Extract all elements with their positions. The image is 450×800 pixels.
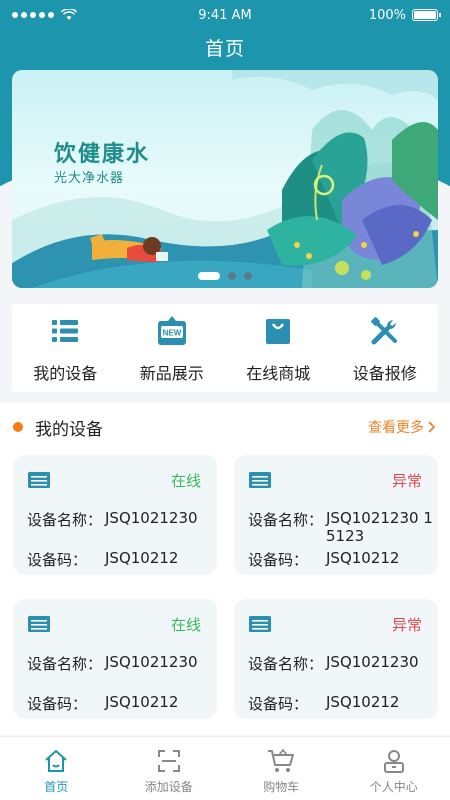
banner-carousel[interactable]: 饮健康水 光大净水器 [12, 70, 438, 288]
device-card[interactable]: 在线 设备名称： JSQ1021230 设备码： JSQ10212 [13, 455, 217, 575]
battery-percent: 100% [368, 7, 406, 23]
device-status-badge: 异常 [391, 616, 422, 634]
device-code-label: 设备码： [248, 551, 309, 569]
my-devices-section: 我的设备 查看更多 在线 设备名称： JSQ1021230 设备码： JSQ10… [0, 403, 450, 735]
device-icon [249, 472, 271, 488]
cart-icon [268, 749, 295, 772]
bottom-tab-bar: 首页 添加设备 购物车 个人中心 [0, 736, 450, 800]
device-code-value: JSQ10212 [105, 693, 179, 711]
device-name-value: JSQ1021230 15123 [326, 509, 433, 545]
tab-label: 个人中心 [369, 780, 418, 794]
device-code-row: 设备码： JSQ10212 [248, 693, 436, 714]
view-more-link[interactable]: 查看更多 [368, 417, 436, 437]
device-name-value: JSQ1021230 [105, 509, 198, 527]
device-name-label: 设备名称： [248, 511, 324, 529]
signal-icon [12, 9, 77, 21]
tab-label: 首页 [44, 780, 69, 794]
tab-home[interactable]: 首页 [0, 737, 113, 800]
device-name-row: 设备名称： JSQ1021230 [27, 509, 215, 530]
user-icon [383, 750, 404, 773]
device-code-label: 设备码： [248, 695, 309, 713]
device-status-badge: 在线 [170, 472, 201, 490]
device-code-row: 设备码： JSQ10212 [248, 549, 436, 570]
device-icon [249, 616, 271, 632]
tab-label: 添加设备 [144, 780, 193, 794]
device-name-row: 设备名称： JSQ1021230 [27, 653, 215, 674]
carousel-dot[interactable] [228, 272, 236, 280]
device-status-badge: 异常 [391, 472, 422, 490]
device-name-label: 设备名称： [27, 511, 103, 529]
device-name-value: JSQ1021230 [326, 653, 419, 671]
device-card[interactable]: 异常 设备名称： JSQ1021230 15123 设备码： JSQ10212 [234, 455, 438, 575]
quick-action-label: 设备报修 [352, 364, 417, 383]
quick-action-label: 我的设备 [33, 364, 98, 383]
quick-action-label: 新品展示 [139, 364, 204, 383]
device-code-label: 设备码： [27, 695, 88, 713]
section-dot-icon [13, 422, 23, 432]
quick-actions: 我的设备 NEW 新品展示 在线商城 设备报修 [12, 304, 438, 392]
quick-action-my-devices[interactable]: 我的设备 [12, 304, 119, 392]
device-code-row: 设备码： JSQ10212 [27, 549, 215, 570]
device-list-icon [48, 314, 82, 348]
repair-tools-icon [368, 314, 402, 348]
device-name-row: 设备名称： JSQ1021230 [248, 653, 436, 674]
view-more-label: 查看更多 [368, 420, 424, 436]
banner-subtitle: 光大净水器 [54, 171, 125, 186]
scan-icon [157, 750, 180, 772]
device-icon [28, 616, 50, 632]
section-title: 我的设备 [35, 419, 103, 440]
device-card[interactable]: 在线 设备名称： JSQ1021230 设备码： JSQ10212 [13, 599, 217, 719]
chevron-right-icon [428, 421, 436, 433]
device-name-label: 设备名称： [248, 655, 324, 673]
banner-title: 饮健康水 [54, 142, 151, 167]
device-code-label: 设备码： [27, 551, 88, 569]
home-icon [45, 750, 67, 772]
carousel-dot[interactable] [244, 272, 252, 280]
carousel-dot-active[interactable] [198, 272, 220, 280]
device-status-badge: 在线 [170, 616, 201, 634]
quick-action-label: 在线商城 [246, 364, 311, 383]
quick-action-new-products[interactable]: NEW 新品展示 [119, 304, 226, 392]
device-code-value: JSQ10212 [326, 549, 400, 567]
device-name-row: 设备名称： JSQ1021230 15123 [248, 509, 436, 545]
device-card[interactable]: 异常 设备名称： JSQ1021230 设备码： JSQ10212 [234, 599, 438, 719]
tab-label: 购物车 [263, 780, 300, 794]
wifi-icon [61, 9, 77, 20]
carousel-indicator [12, 272, 438, 280]
quick-action-online-store[interactable]: 在线商城 [225, 304, 332, 392]
tab-add-device[interactable]: 添加设备 [113, 737, 226, 800]
device-name-label: 设备名称： [27, 655, 103, 673]
new-badge-text: NEW [162, 329, 181, 338]
tab-cart[interactable]: 购物车 [225, 737, 338, 800]
new-badge-icon: NEW [155, 314, 189, 348]
device-name-value: JSQ1021230 [105, 653, 198, 671]
shopping-bag-icon [261, 314, 295, 348]
page-title: 首页 [204, 38, 245, 60]
device-code-row: 设备码： JSQ10212 [27, 693, 215, 714]
device-code-value: JSQ10212 [326, 693, 400, 711]
device-icon [28, 472, 50, 488]
device-code-value: JSQ10212 [105, 549, 179, 567]
tab-profile[interactable]: 个人中心 [338, 737, 450, 800]
battery-icon [412, 9, 441, 21]
status-bar: 9:41 AM 100% [0, 0, 450, 30]
quick-action-repair[interactable]: 设备报修 [332, 304, 439, 392]
